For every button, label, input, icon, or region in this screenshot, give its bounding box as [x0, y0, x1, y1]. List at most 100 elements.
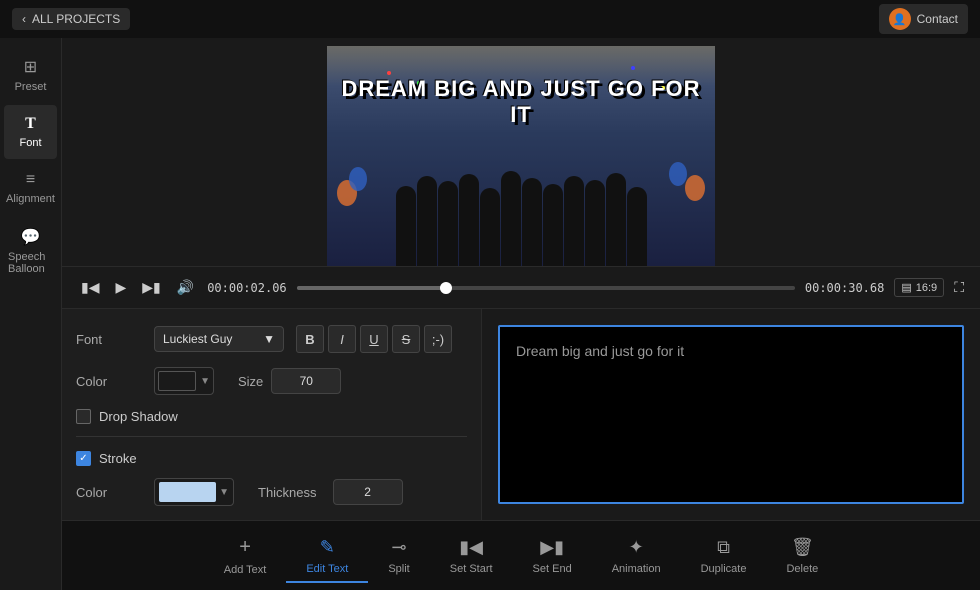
color-chevron-icon: ▼: [200, 376, 210, 387]
toolbar-set-end[interactable]: ▶▮ Set End: [513, 529, 592, 583]
skip-forward-button[interactable]: ▶▮: [139, 276, 163, 299]
drop-shadow-row: Drop Shadow: [76, 409, 467, 424]
thickness-label: Thickness: [258, 485, 317, 500]
duplicate-icon: ⧉: [717, 537, 730, 558]
sidebar-item-label-preset: Preset: [15, 81, 47, 93]
ratio-icon: ▤: [901, 281, 911, 294]
color-swatch-inner: [158, 371, 196, 391]
size-input[interactable]: 70: [271, 368, 341, 394]
avatar-initials: 👤: [893, 13, 907, 26]
font-value: Luckiest Guy: [163, 332, 232, 346]
formatting-buttons: B I U S ;-): [296, 325, 452, 353]
font-row: Font Luckiest Guy ▼ B I U S ;-): [76, 325, 467, 353]
smiley-button[interactable]: ;-): [424, 325, 452, 353]
stroke-color-inner: [159, 482, 216, 502]
toolbar-add-text-label: Add Text: [224, 564, 267, 576]
toolbar-set-end-label: Set End: [533, 563, 572, 575]
sidebar-item-label-font: Font: [19, 137, 41, 149]
stroke-checkbox[interactable]: ✓: [76, 451, 91, 466]
text-editor-content: Dream big and just go for it: [516, 343, 684, 359]
bottom-toolbar: + Add Text ✎ Edit Text ⊸ Split ▮◀ Set St…: [62, 520, 980, 590]
split-icon: ⊸: [392, 537, 407, 558]
size-label: Size: [238, 374, 263, 389]
toolbar-delete-label: Delete: [786, 563, 818, 575]
sidebar-item-alignment[interactable]: ≡ Alignment: [4, 161, 57, 215]
color-size-row: Color ▼ Size 70: [76, 367, 467, 395]
set-end-icon: ▶▮: [540, 537, 564, 558]
sidebar-item-speech-balloon[interactable]: 💬 Speech Balloon: [4, 217, 57, 285]
bold-button[interactable]: B: [296, 325, 324, 353]
size-row: Size 70: [238, 368, 341, 394]
ratio-label: 16:9: [916, 282, 937, 294]
underline-button[interactable]: U: [360, 325, 388, 353]
stroke-row: ✓ Stroke: [76, 451, 467, 466]
drop-shadow-label: Drop Shadow: [99, 409, 178, 424]
current-time: 00:00:02.06: [207, 281, 286, 295]
toolbar-edit-text-label: Edit Text: [306, 563, 348, 575]
stroke-label: Stroke: [99, 451, 137, 466]
contact-button[interactable]: 👤 Contact: [879, 4, 968, 34]
video-text-overlay: DREAM BIG AND JUST GO FOR IT: [327, 76, 715, 128]
toolbar-edit-text[interactable]: ✎ Edit Text: [286, 529, 368, 583]
center-area: DREAM BIG AND JUST GO FOR IT ▮◀ ▶ ▶▮ 🔊 0…: [62, 38, 980, 590]
sidebar: ⊞ Preset T Font ≡ Alignment 💬 Speech Bal…: [0, 38, 62, 590]
toolbar-set-start[interactable]: ▮◀ Set Start: [430, 529, 513, 583]
play-button[interactable]: ▶: [112, 276, 129, 299]
stroke-color-chevron-icon: ▼: [219, 487, 229, 498]
thickness-input[interactable]: 2: [333, 479, 403, 505]
animation-icon: ✦: [629, 537, 644, 558]
toolbar-duplicate[interactable]: ⧉ Duplicate: [681, 529, 767, 583]
progress-thumb: [440, 282, 452, 294]
video-preview[interactable]: DREAM BIG AND JUST GO FOR IT: [327, 46, 715, 266]
font-properties-content: Font Luckiest Guy ▼ B I U S ;-): [62, 309, 481, 520]
sidebar-item-font[interactable]: T Font: [4, 105, 57, 159]
back-arrow-icon: ‹: [22, 12, 26, 26]
main-area: ⊞ Preset T Font ≡ Alignment 💬 Speech Bal…: [0, 38, 980, 590]
font-label: Font: [76, 332, 146, 347]
skip-back-button[interactable]: ▮◀: [78, 276, 102, 299]
end-time: 00:00:30.68: [805, 281, 884, 295]
strikethrough-button[interactable]: S: [392, 325, 420, 353]
volume-button[interactable]: 🔊: [174, 276, 197, 299]
avatar: 👤: [889, 8, 911, 30]
toolbar-duplicate-label: Duplicate: [701, 563, 747, 575]
font-chevron-icon: ▼: [263, 332, 275, 346]
properties-panel: Font Luckiest Guy ▼ B I U S ;-): [62, 309, 482, 520]
top-bar: ‹ ALL PROJECTS 👤 Contact: [0, 0, 980, 38]
toolbar-add-text[interactable]: + Add Text: [204, 528, 287, 584]
back-button[interactable]: ‹ ALL PROJECTS: [12, 8, 130, 30]
sidebar-item-preset[interactable]: ⊞ Preset: [4, 47, 57, 103]
stroke-color-swatch[interactable]: ▼: [154, 478, 234, 506]
timeline-controls: ▮◀ ▶ ▶▮ 🔊 00:00:02.06 00:00:30.68 ▤ 16:9…: [62, 266, 980, 308]
text-editor[interactable]: Dream big and just go for it: [498, 325, 964, 504]
ratio-button[interactable]: ▤ 16:9: [894, 278, 944, 297]
drop-shadow-checkbox[interactable]: [76, 409, 91, 424]
toolbar-split-label: Split: [388, 563, 409, 575]
color-label: Color: [76, 374, 146, 389]
italic-button[interactable]: I: [328, 325, 356, 353]
font-select[interactable]: Luckiest Guy ▼: [154, 326, 284, 352]
delete-icon: 🗑: [791, 537, 814, 558]
font-icon: T: [25, 115, 36, 133]
toolbar-animation[interactable]: ✦ Animation: [592, 529, 681, 583]
bottom-section: Font Luckiest Guy ▼ B I U S ;-): [62, 308, 980, 520]
stroke-color-label: Color: [76, 485, 146, 500]
separator-1: [76, 436, 467, 437]
props-with-tabs: Font Luckiest Guy ▼ B I U S ;-): [62, 309, 481, 520]
fullscreen-button[interactable]: ⛶: [954, 279, 964, 296]
toolbar-delete[interactable]: 🗑 Delete: [766, 529, 838, 583]
progress-fill: [297, 286, 446, 290]
edit-text-icon: ✎: [320, 537, 335, 558]
toolbar-split[interactable]: ⊸ Split: [368, 529, 429, 583]
preset-icon: ⊞: [24, 57, 37, 77]
speech-balloon-icon: 💬: [21, 227, 41, 247]
toolbar-animation-label: Animation: [612, 563, 661, 575]
stroke-color-thickness-row: Color ▼ Thickness 2: [76, 478, 467, 506]
back-label: ALL PROJECTS: [32, 12, 120, 26]
color-swatch[interactable]: ▼: [154, 367, 214, 395]
sidebar-item-label-speech-balloon: Speech Balloon: [8, 251, 53, 275]
add-text-icon: +: [239, 536, 251, 559]
toolbar-set-start-label: Set Start: [450, 563, 493, 575]
progress-bar[interactable]: [297, 286, 795, 290]
check-icon: ✓: [79, 453, 87, 464]
